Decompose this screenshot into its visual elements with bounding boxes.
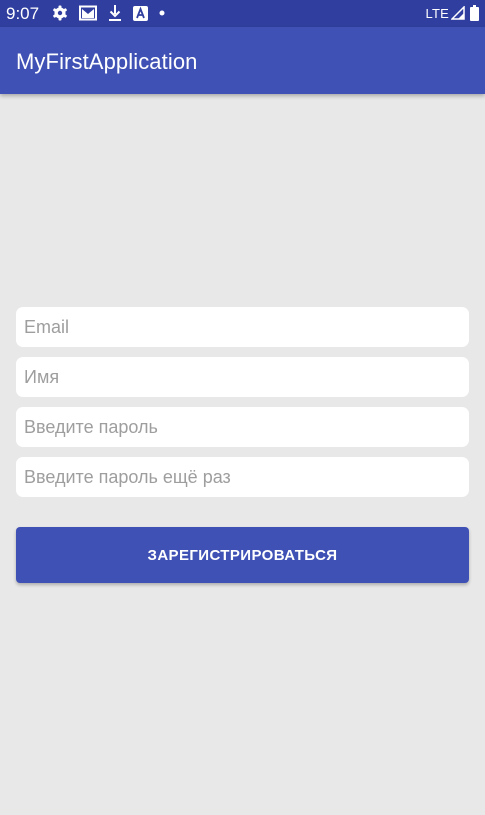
mail-icon — [79, 5, 97, 21]
status-time: 9:07 — [6, 4, 40, 23]
network-type-label: LTE — [425, 5, 449, 21]
battery-icon — [470, 5, 479, 21]
app-bar: MyFirstApplication — [0, 27, 485, 94]
download-icon — [108, 5, 122, 21]
gear-icon — [52, 5, 68, 21]
status-icons-right: LTE — [426, 5, 479, 21]
password-field[interactable] — [16, 407, 469, 447]
email-field[interactable] — [16, 307, 469, 347]
a-badge-icon — [133, 5, 148, 21]
register-button[interactable]: ЗАРЕГИСТРИРОВАТЬСЯ — [16, 527, 469, 583]
name-field[interactable] — [16, 357, 469, 397]
password-repeat-field[interactable] — [16, 457, 469, 497]
app-title: MyFirstApplication — [16, 49, 198, 74]
status-icons-left — [52, 5, 176, 21]
status-bar: 9:07 LTE — [0, 0, 485, 27]
signal-icon — [451, 6, 465, 20]
dot-icon — [159, 10, 165, 16]
